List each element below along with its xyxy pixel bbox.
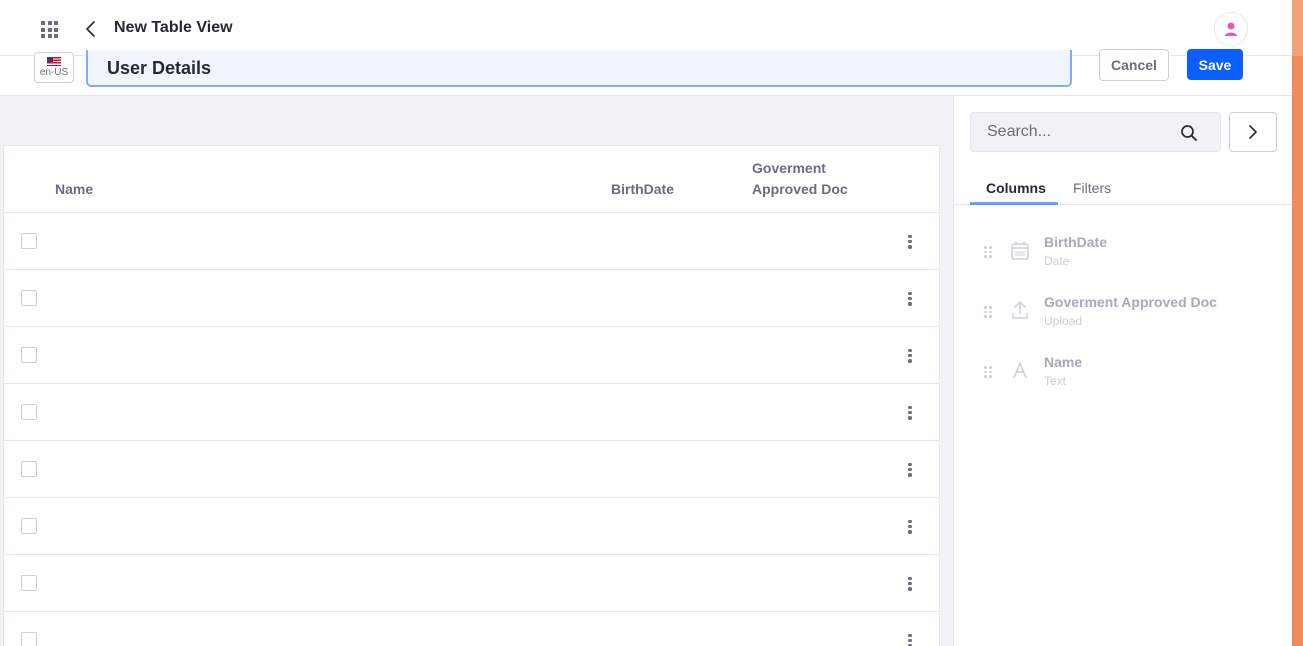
user-icon bbox=[1225, 22, 1237, 36]
field-item-name[interactable]: Name Text bbox=[970, 354, 1270, 402]
table-row bbox=[4, 327, 939, 384]
field-name: Name bbox=[1044, 354, 1083, 370]
drag-handle-icon[interactable] bbox=[984, 246, 992, 258]
us-flag-icon bbox=[47, 57, 61, 66]
table-row bbox=[4, 612, 939, 646]
table-view-title-input[interactable] bbox=[86, 50, 1072, 87]
row-checkbox[interactable] bbox=[21, 233, 37, 249]
row-actions-icon[interactable] bbox=[904, 404, 916, 421]
cancel-button[interactable]: Cancel bbox=[1099, 49, 1169, 81]
row-checkbox[interactable] bbox=[21, 461, 37, 477]
row-actions-icon[interactable] bbox=[904, 347, 916, 364]
row-actions-icon[interactable] bbox=[904, 233, 916, 250]
row-checkbox[interactable] bbox=[21, 290, 37, 306]
edge-scroll-strip bbox=[1292, 0, 1303, 646]
search-icon[interactable] bbox=[1180, 124, 1198, 142]
locale-label: en-US bbox=[39, 67, 69, 78]
chevron-right-icon bbox=[1249, 125, 1257, 139]
row-actions-icon[interactable] bbox=[904, 518, 916, 535]
row-checkbox[interactable] bbox=[21, 347, 37, 363]
column-header-name[interactable]: Name bbox=[55, 179, 93, 200]
field-search-input[interactable] bbox=[971, 113, 1171, 151]
field-type: Date bbox=[1044, 254, 1070, 268]
field-item-birthdate[interactable]: BirthDate Date bbox=[970, 234, 1270, 282]
row-checkbox[interactable] bbox=[21, 575, 37, 591]
apps-grid-icon[interactable] bbox=[41, 21, 58, 38]
chevron-left-icon[interactable] bbox=[82, 18, 100, 40]
app-bar: New Table View bbox=[0, 0, 1292, 56]
active-tab-indicator bbox=[970, 202, 1058, 205]
row-actions-icon[interactable] bbox=[904, 575, 916, 592]
row-actions-icon[interactable] bbox=[904, 632, 916, 646]
table-preview: Name BirthDate Goverment Approved Doc bbox=[3, 145, 940, 646]
table-row bbox=[4, 213, 939, 270]
field-type: Upload bbox=[1044, 314, 1083, 328]
column-header-birthdate[interactable]: BirthDate bbox=[611, 179, 674, 200]
text-icon bbox=[1013, 362, 1027, 379]
calendar-icon bbox=[1011, 241, 1029, 260]
save-button[interactable]: Save bbox=[1187, 49, 1243, 80]
field-item-goverment-approved-doc[interactable]: Goverment Approved Doc Upload bbox=[970, 294, 1270, 342]
table-row bbox=[4, 384, 939, 441]
page-title: New Table View bbox=[114, 19, 233, 36]
row-checkbox[interactable] bbox=[21, 404, 37, 420]
edge-scroll-strip-top bbox=[1292, 0, 1303, 56]
field-name: BirthDate bbox=[1044, 234, 1108, 250]
table-header: Name BirthDate Goverment Approved Doc bbox=[4, 146, 939, 213]
field-type: Text bbox=[1044, 374, 1067, 388]
row-actions-icon[interactable] bbox=[904, 461, 916, 478]
row-checkbox[interactable] bbox=[21, 632, 37, 646]
drag-handle-icon[interactable] bbox=[984, 366, 992, 378]
locale-selector[interactable]: en-US bbox=[34, 52, 74, 83]
user-avatar[interactable] bbox=[1214, 12, 1248, 46]
field-name: Goverment Approved Doc bbox=[1044, 294, 1217, 310]
row-checkbox[interactable] bbox=[21, 518, 37, 534]
expand-sidebar-button[interactable] bbox=[1229, 112, 1277, 152]
tab-columns[interactable]: Columns bbox=[986, 180, 1046, 196]
upload-icon bbox=[1012, 301, 1028, 319]
row-actions-icon[interactable] bbox=[904, 290, 916, 307]
table-row bbox=[4, 498, 939, 555]
table-row bbox=[4, 555, 939, 612]
table-row bbox=[4, 441, 939, 498]
table-row bbox=[4, 270, 939, 327]
sidebar-tabs: Columns Filters bbox=[953, 172, 1292, 205]
tab-filters[interactable]: Filters bbox=[1073, 180, 1111, 196]
drag-handle-icon[interactable] bbox=[984, 306, 992, 318]
column-header-goverment-approved-doc[interactable]: Goverment Approved Doc bbox=[752, 158, 862, 200]
